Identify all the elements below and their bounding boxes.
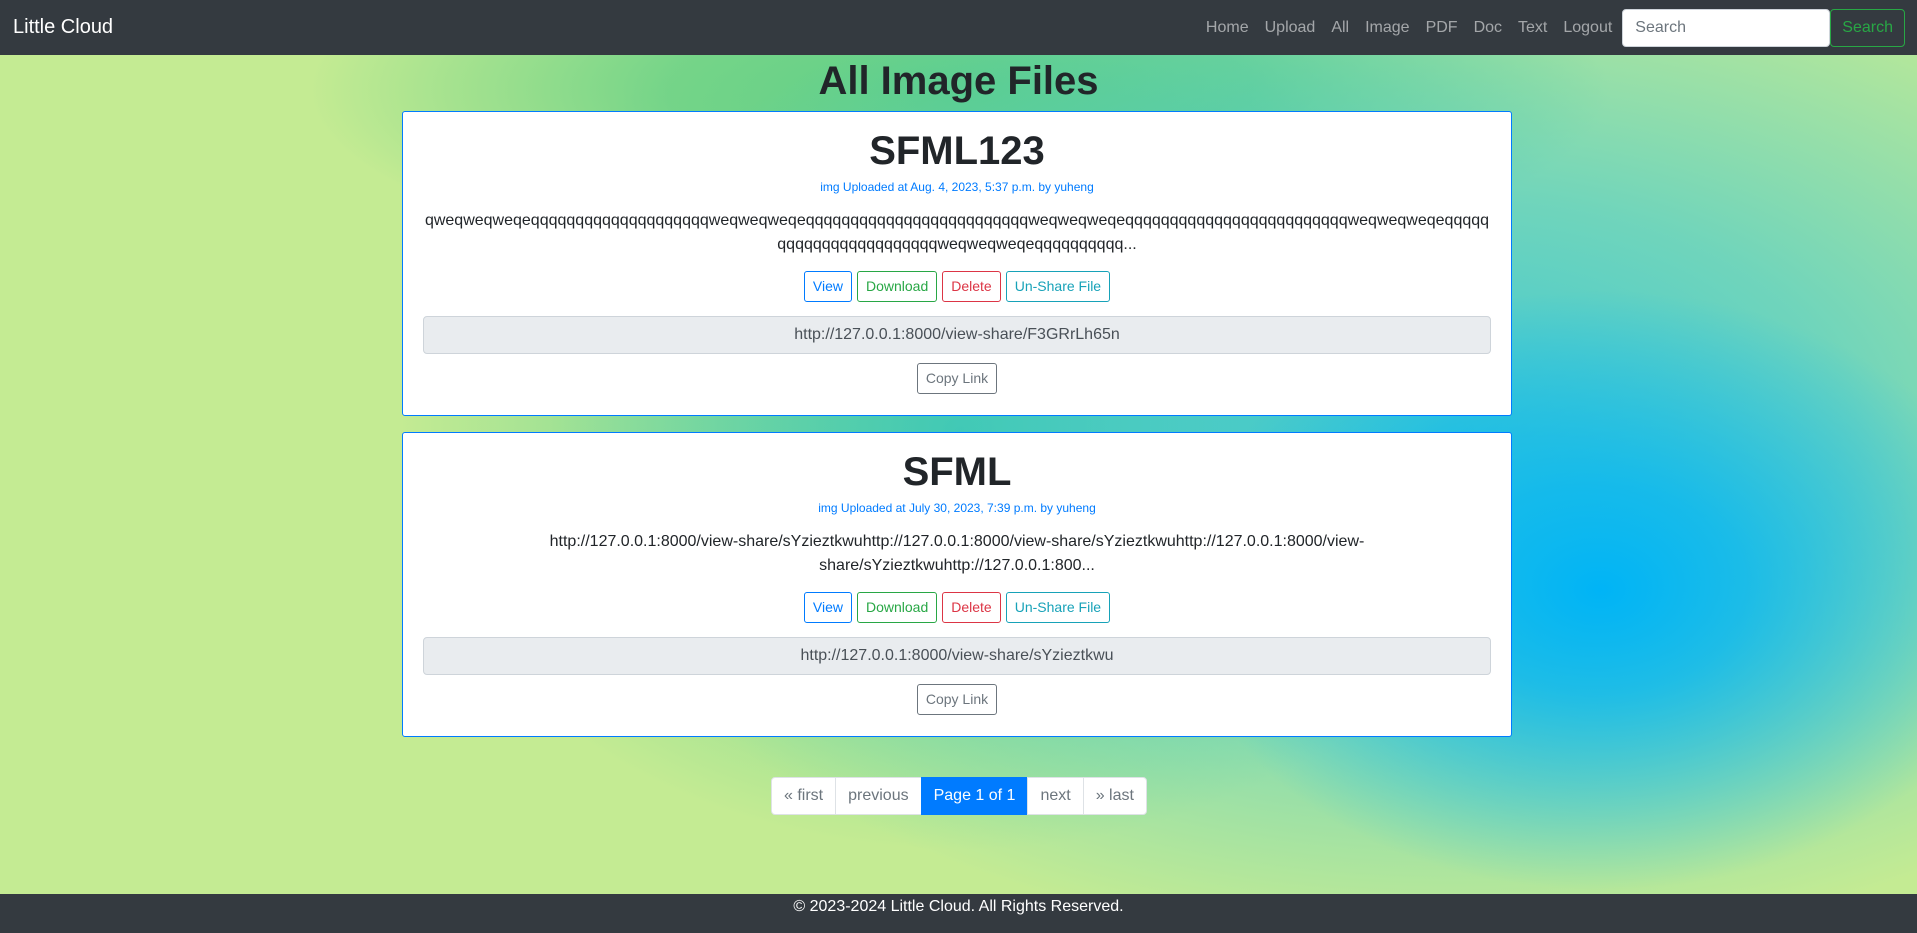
navbar: Little Cloud Home Upload All Image PDF D… [0,0,1917,55]
nav-link-image[interactable]: Image [1357,19,1417,37]
search-button[interactable]: Search [1830,8,1905,47]
copy-link-button[interactable]: Copy Link [916,684,998,715]
nav-link-home[interactable]: Home [1198,19,1257,37]
unshare-button[interactable]: Un-Share File [1005,592,1111,623]
nav-link-logout[interactable]: Logout [1555,19,1620,37]
pagination-next[interactable]: next [1027,777,1084,815]
download-button[interactable]: Download [856,592,938,623]
file-title: SFML [902,450,1012,494]
share-link-field[interactable]: http://127.0.0.1:8000/view-share/sYziezt… [423,637,1491,675]
nav-link-all[interactable]: All [1323,19,1357,37]
file-actions: View Download Delete Un-Share File [403,592,1511,623]
file-meta: img Uploaded at July 30, 2023, 7:39 p.m.… [818,501,1096,515]
nav-right: Home Upload All Image PDF Doc Text Logou… [1198,8,1905,47]
file-meta: img Uploaded at Aug. 4, 2023, 5:37 p.m. … [820,180,1094,194]
nav-link-doc[interactable]: Doc [1466,19,1510,37]
copy-link-button[interactable]: Copy Link [916,363,998,394]
pagination-last[interactable]: » last [1082,777,1147,815]
pagination-previous[interactable]: previous [835,777,922,815]
file-title: SFML123 [869,129,1045,173]
pagination-first[interactable]: « first [771,777,837,815]
view-button[interactable]: View [803,592,852,623]
file-description: http://127.0.0.1:8000/view-share/sYziezt… [549,533,1365,574]
file-actions: View Download Delete Un-Share File [403,271,1511,302]
brand-link[interactable]: Little Cloud [13,16,113,39]
view-button[interactable]: View [803,271,852,302]
nav-link-pdf[interactable]: PDF [1418,19,1466,37]
search-input[interactable] [1622,8,1831,47]
download-button[interactable]: Download [856,271,938,302]
file-card: SFML123 img Uploaded at Aug. 4, 2023, 5:… [402,111,1512,416]
share-link-field[interactable]: http://127.0.0.1:8000/view-share/F3GRrLh… [423,316,1491,354]
delete-button[interactable]: Delete [942,592,1001,623]
file-card: SFML img Uploaded at July 30, 2023, 7:39… [402,432,1512,737]
nav-link-upload[interactable]: Upload [1257,19,1324,37]
file-description: qweqweqweqeqqqqqqqqqqqqqqqqqqqqweqweqweq… [424,212,1490,253]
unshare-button[interactable]: Un-Share File [1005,271,1111,302]
pagination-current: Page 1 of 1 [920,777,1029,815]
page-title: All Image Files [818,59,1099,103]
pagination: « first previous Page 1 of 1 next » last [771,777,1147,815]
footer: © 2023-2024 Little Cloud. All Rights Res… [0,894,1917,933]
nav-link-text[interactable]: Text [1510,19,1555,37]
delete-button[interactable]: Delete [942,271,1001,302]
